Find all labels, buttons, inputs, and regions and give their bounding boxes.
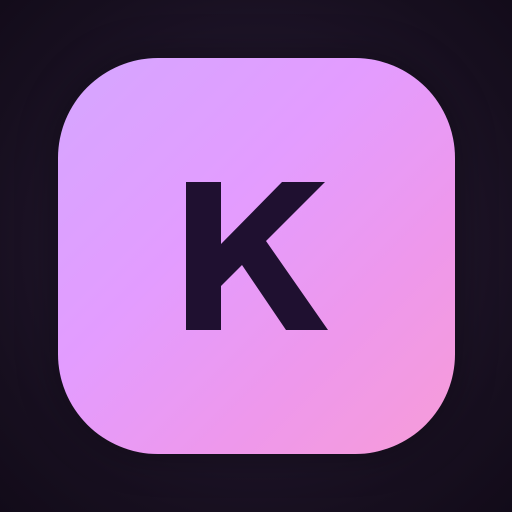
app-icon-canvas: { "icon": { "letter": "K", "name": "k-le… (0, 0, 512, 512)
k-letter-icon (186, 182, 328, 330)
